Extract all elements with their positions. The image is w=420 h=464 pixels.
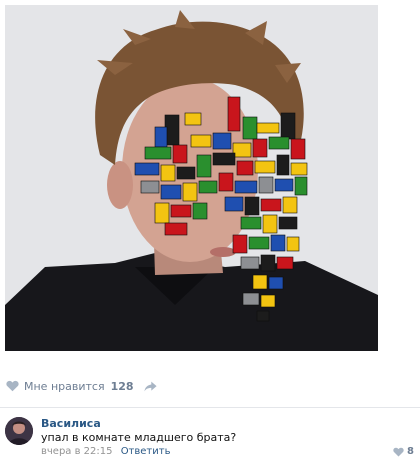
comment-like-count: 8 xyxy=(407,446,414,457)
comment-author[interactable]: Василиса xyxy=(41,417,101,430)
avatar-image xyxy=(5,417,33,445)
comment-like-button[interactable]: 8 xyxy=(393,446,414,457)
heart-icon xyxy=(6,380,19,392)
reply-link[interactable]: Ответить xyxy=(121,446,171,457)
share-icon[interactable] xyxy=(143,381,157,392)
avatar[interactable] xyxy=(5,417,33,445)
comment-meta: вчера в 22:15 Ответить xyxy=(41,446,170,457)
comment: Василиса упал в комнате младшего брата? … xyxy=(0,408,420,464)
like-button[interactable]: Мне нравится 128 xyxy=(6,380,134,393)
like-count: 128 xyxy=(110,379,134,393)
like-label: Мне нравится xyxy=(24,379,105,393)
comment-text: упал в комнате младшего брата? xyxy=(41,431,237,444)
post-photo[interactable] xyxy=(5,5,378,351)
post-actions: Мне нравится 128 xyxy=(0,370,420,402)
comment-time[interactable]: вчера в 22:15 xyxy=(41,446,113,457)
heart-icon xyxy=(393,447,404,456)
